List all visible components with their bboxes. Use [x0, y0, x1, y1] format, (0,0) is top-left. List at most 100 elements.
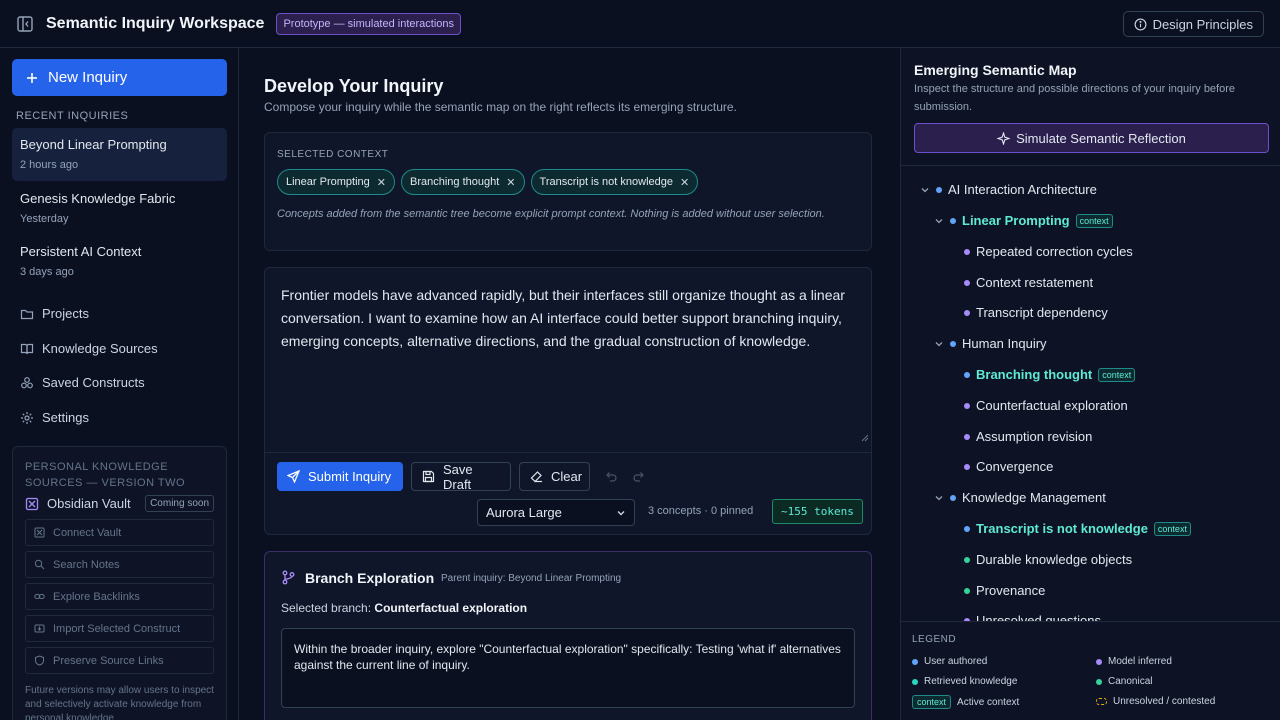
legend-item: Model inferred — [1096, 656, 1172, 667]
inquiry-textarea[interactable]: Frontier models have advanced rapidly, b… — [281, 284, 857, 353]
close-icon[interactable]: ✕ — [506, 176, 515, 189]
nav-item-knowledge-sources[interactable]: Knowledge Sources — [20, 341, 158, 356]
tree-node[interactable]: Human Inquiry — [934, 336, 1047, 351]
simulate-label: Simulate Semantic Reflection — [1016, 130, 1186, 146]
nav-item-projects[interactable]: Projects — [20, 306, 89, 321]
gear-icon — [20, 411, 34, 425]
chevron-down-icon[interactable] — [934, 216, 944, 226]
tree-node[interactable]: Knowledge Management — [934, 490, 1106, 505]
tree-node[interactable]: Convergence — [964, 459, 1053, 474]
undo-icon[interactable] — [603, 469, 617, 483]
explore-backlinks-button[interactable]: Explore Backlinks — [25, 583, 214, 610]
chevron-down-icon[interactable] — [934, 339, 944, 349]
recent-inquiry-item[interactable]: Persistent AI Context 3 days ago — [12, 235, 227, 288]
recent-inquiry-item[interactable]: Genesis Knowledge Fabric Yesterday — [12, 182, 227, 235]
pks-button-label: Connect Vault — [53, 526, 122, 539]
prototype-badge: Prototype — simulated interactions — [276, 12, 462, 35]
node-dot — [950, 340, 956, 347]
app-title: Semantic Inquiry Workspace — [46, 14, 265, 32]
model-select[interactable]: Aurora Large — [477, 499, 635, 526]
pks-button-label: Explore Backlinks — [53, 590, 140, 603]
inquiry-editor: Frontier models have advanced rapidly, b… — [264, 267, 872, 535]
plus-icon — [26, 72, 38, 84]
chevron-down-icon[interactable] — [934, 493, 944, 503]
tree-node[interactable]: Linear Prompting context — [934, 213, 1113, 228]
context-chip[interactable]: Linear Prompting ✕ — [277, 169, 395, 195]
new-inquiry-label: New Inquiry — [48, 69, 128, 86]
tree-node-label: Provenance — [976, 583, 1046, 598]
tree-node-label: Knowledge Management — [962, 490, 1106, 505]
tree-node-label: Durable knowledge objects — [976, 552, 1133, 567]
close-icon[interactable]: ✕ — [377, 176, 386, 189]
node-dot — [964, 556, 970, 563]
preserve-links-button[interactable]: Preserve Source Links — [25, 647, 214, 674]
tree-node[interactable]: Transcript dependency — [964, 305, 1108, 320]
design-principles-button[interactable]: Design Principles — [1122, 11, 1264, 37]
save-draft-button[interactable]: Save Draft — [411, 461, 511, 492]
context-chip[interactable]: Branching thought ✕ — [401, 169, 525, 195]
tree-node-label: Unresolved questions — [976, 613, 1102, 621]
top-bar: Semantic Inquiry Workspace Prototype — s… — [0, 0, 1280, 48]
import-construct-button[interactable]: Import Selected Construct — [25, 615, 214, 642]
simulate-reflection-button[interactable]: Simulate Semantic Reflection — [914, 123, 1269, 153]
tree-node-label: Branching thought — [976, 367, 1093, 382]
tree-node[interactable]: Assumption revision — [964, 429, 1092, 444]
context-chips: Linear Prompting ✕ Branching thought ✕ T… — [277, 169, 699, 195]
tree-node[interactable]: Durable knowledge objects — [964, 552, 1132, 567]
pks-button-label: Import Selected Construct — [53, 622, 181, 635]
node-dot — [964, 279, 970, 286]
legend-dot — [1096, 678, 1102, 685]
tree-node[interactable]: AI Interaction Architecture — [920, 182, 1097, 197]
tree-node[interactable]: Repeated correction cycles — [964, 244, 1133, 259]
obsidian-vault-row: Obsidian Vault Coming soon — [25, 495, 214, 512]
tree-node[interactable]: Unresolved questions — [964, 613, 1101, 621]
tree-node-label: Counterfactual exploration — [976, 398, 1128, 413]
branch-textarea[interactable]: Within the broader inquiry, explore "Cou… — [281, 628, 855, 708]
node-dot — [964, 402, 970, 409]
close-icon[interactable]: ✕ — [680, 176, 689, 189]
legend-dashed-marker — [1096, 698, 1107, 705]
pks-header: PERSONAL KNOWLEDGE SOURCES — VERSION TWO — [25, 461, 186, 489]
selected-branch: Selected branch: Counterfactual explorat… — [281, 601, 527, 615]
tree-node-label: Transcript dependency — [976, 305, 1108, 320]
sidebar-toggle-icon[interactable] — [16, 15, 34, 33]
nav-label: Projects — [42, 306, 89, 321]
tree-node-label: AI Interaction Architecture — [948, 182, 1097, 197]
tree-node-label: Convergence — [976, 459, 1054, 474]
folder-icon — [20, 307, 34, 321]
save-label: Save Draft — [443, 461, 473, 492]
submit-inquiry-button[interactable]: Submit Inquiry — [277, 462, 403, 491]
legend-divider — [901, 621, 1280, 622]
clear-button[interactable]: Clear — [519, 462, 590, 491]
tree-node-label: Context restatement — [976, 275, 1094, 290]
page-title: Develop Your Inquiry — [264, 76, 444, 96]
recent-inquiry-time: 3 days ago — [20, 266, 74, 278]
editor-divider — [265, 452, 871, 453]
redo-icon[interactable] — [633, 469, 647, 483]
nav-item-saved-constructs[interactable]: Saved Constructs — [20, 375, 145, 390]
resize-handle-icon[interactable] — [861, 434, 869, 442]
new-inquiry-button[interactable]: New Inquiry — [12, 59, 227, 96]
tree-node[interactable]: Provenance — [964, 583, 1045, 598]
node-dot — [950, 494, 956, 501]
eraser-icon — [530, 470, 543, 483]
design-principles-label: Design Principles — [1152, 16, 1253, 32]
chevron-down-icon[interactable] — [920, 185, 930, 195]
semantic-tree: AI Interaction Architecture Linear Promp… — [901, 166, 1280, 621]
recent-inquiry-time: 2 hours ago — [20, 159, 79, 171]
map-subtitle: Inspect the structure and possible direc… — [914, 83, 1236, 113]
nav-item-settings[interactable]: Settings — [20, 410, 89, 425]
nav-label: Saved Constructs — [42, 375, 145, 390]
page-subtitle: Compose your inquiry while the semantic … — [264, 100, 737, 114]
tree-node[interactable]: Counterfactual exploration — [964, 398, 1128, 413]
legend-label: Canonical — [1108, 676, 1153, 687]
connect-vault-button[interactable]: Connect Vault — [25, 519, 214, 546]
recent-inquiry-item[interactable]: Beyond Linear Prompting 2 hours ago — [12, 128, 227, 181]
tree-node[interactable]: Context restatement — [964, 275, 1093, 290]
context-chip[interactable]: Transcript is not knowledge ✕ — [530, 169, 699, 195]
tree-node[interactable]: Transcript is not knowledge context — [964, 521, 1191, 536]
tree-node[interactable]: Branching thought context — [964, 367, 1136, 382]
search-notes-button[interactable]: Search Notes — [25, 551, 214, 578]
node-dot — [964, 525, 970, 532]
sidebar: New Inquiry RECENT INQUIRIES Beyond Line… — [0, 48, 239, 720]
